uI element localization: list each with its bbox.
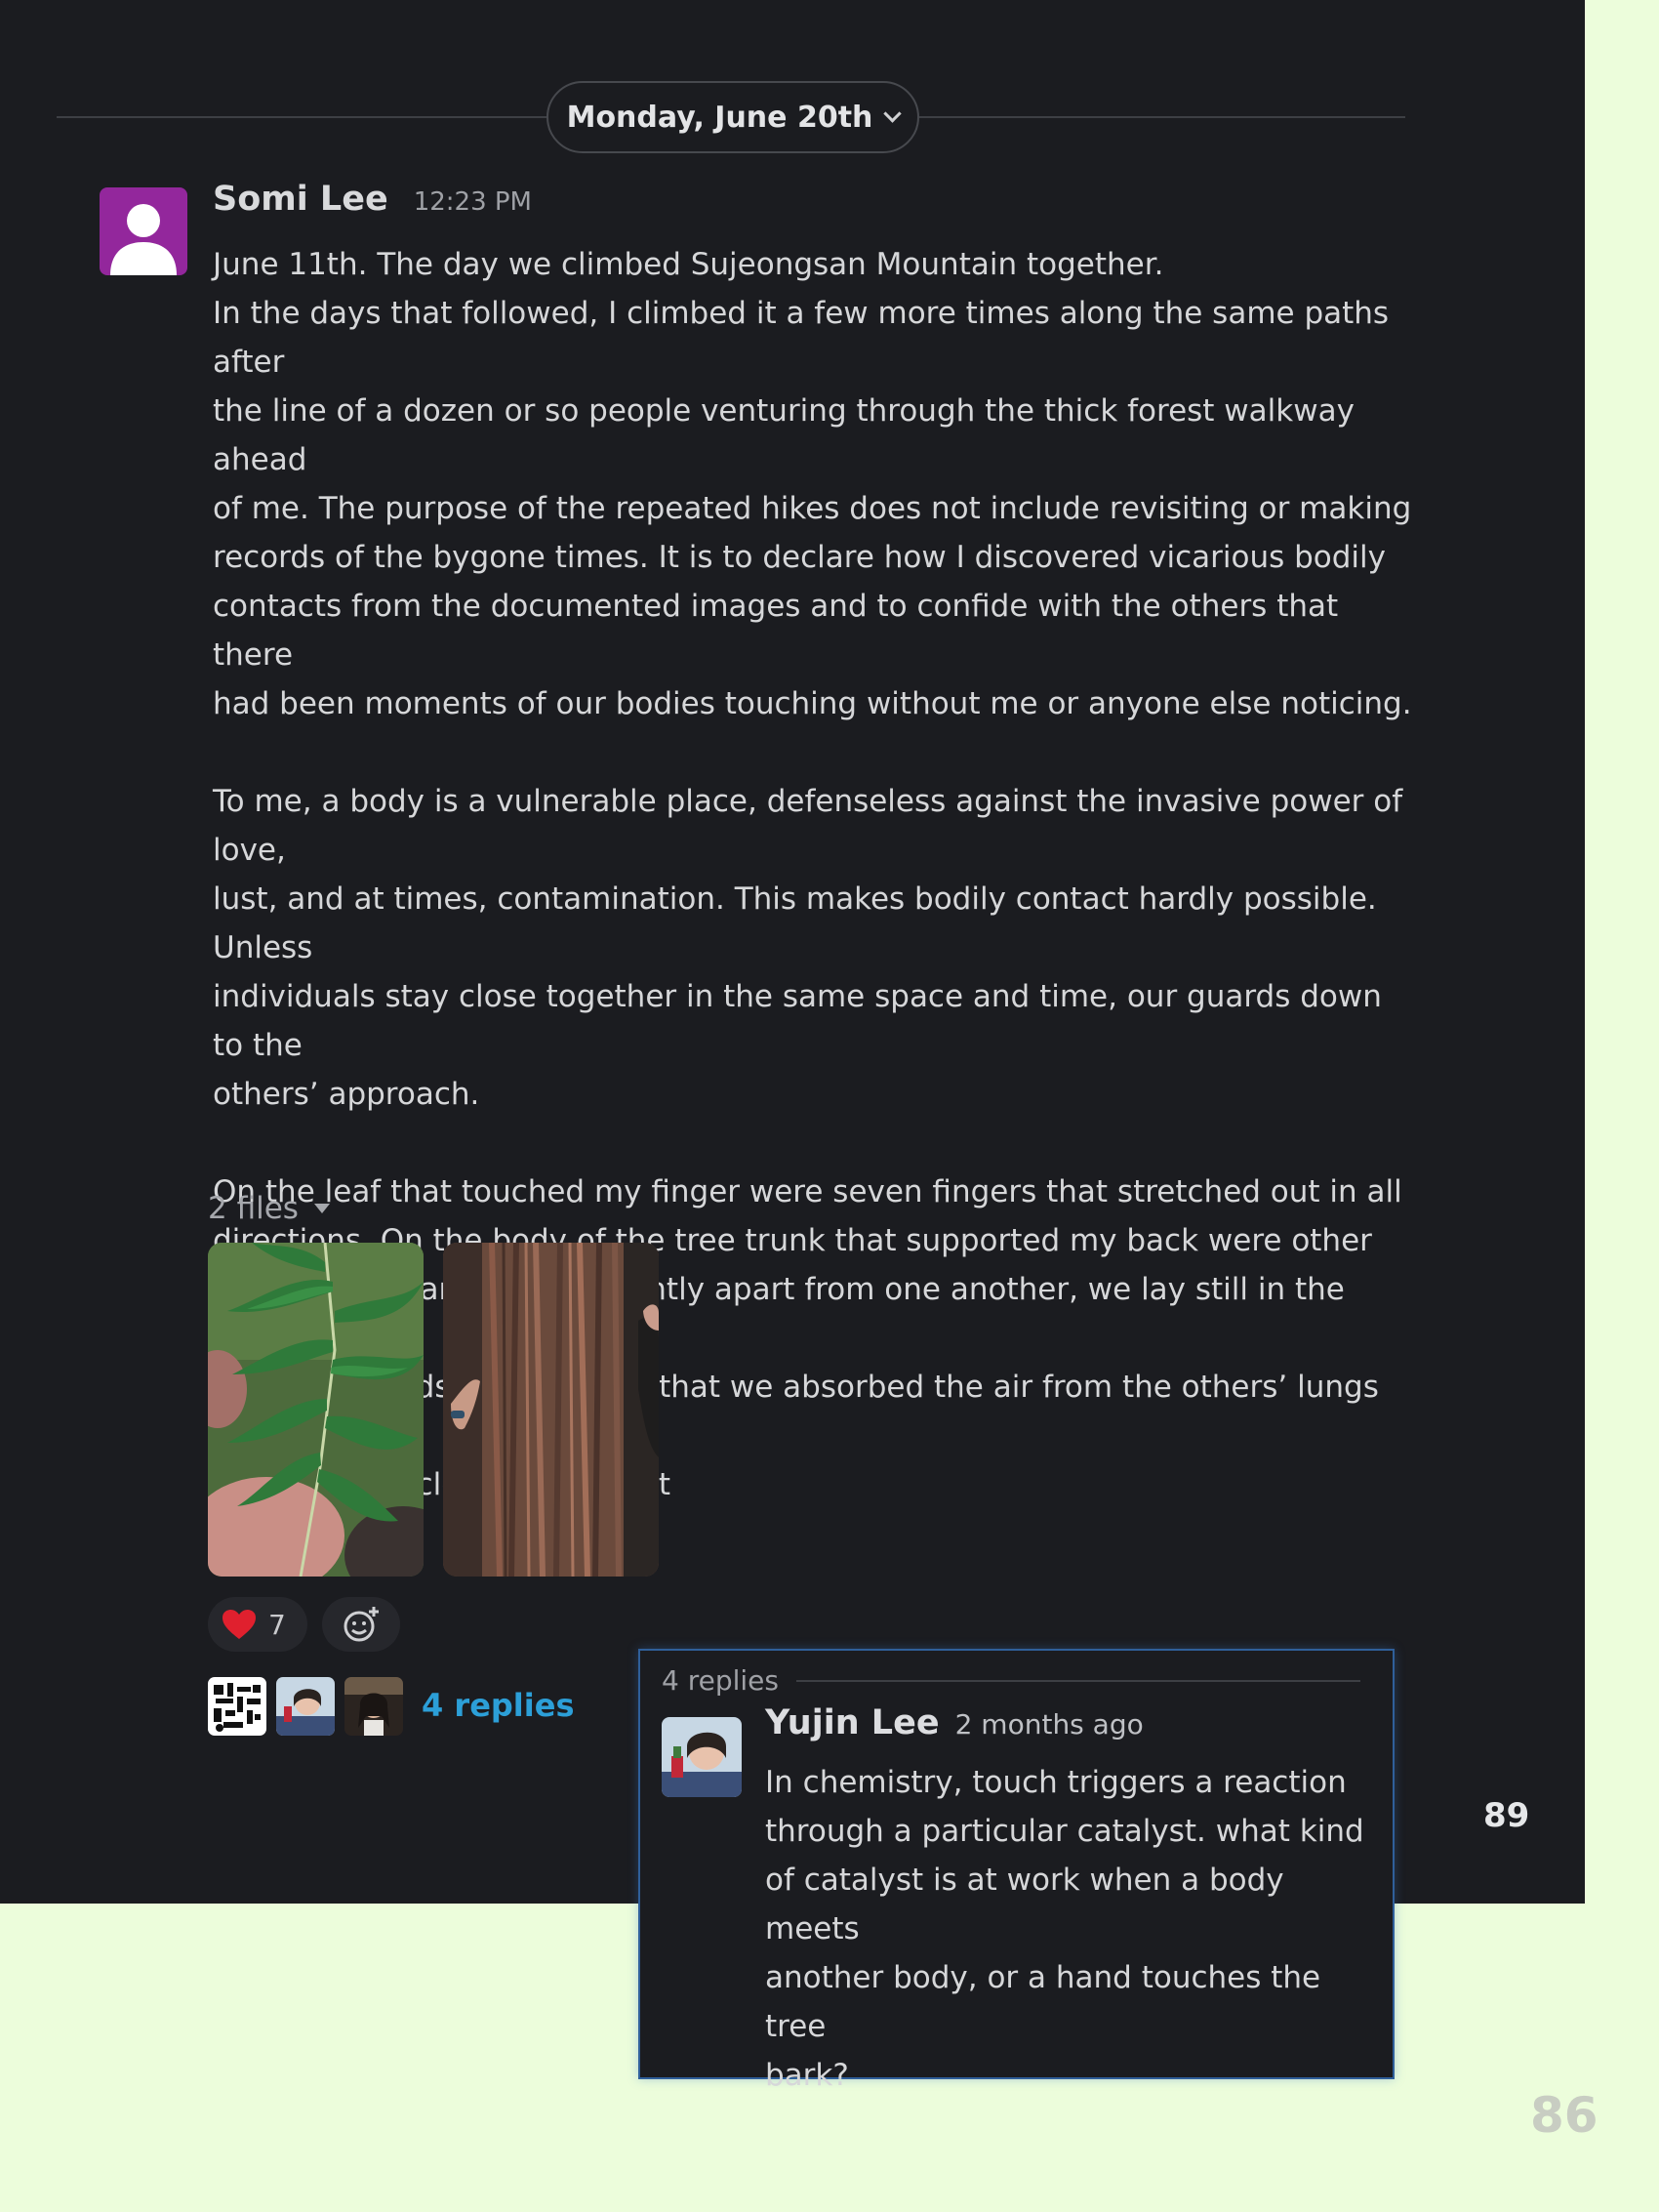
files-label: 2 files [208, 1191, 299, 1226]
thread-author-name[interactable]: Yujin Lee [765, 1703, 940, 1742]
view-replies-link[interactable]: 4 replies [422, 1687, 574, 1724]
date-label: Monday, June 20th [566, 100, 873, 135]
leaf-photo-image [208, 1243, 424, 1577]
add-emoji-icon [344, 1607, 379, 1642]
text-line: In chemistry, touch triggers a reaction [765, 1765, 1347, 1800]
add-reaction-button[interactable] [322, 1597, 400, 1652]
text-line: individuals stay close together in the s… [213, 979, 1382, 1063]
reaction-count: 7 [268, 1608, 286, 1641]
files-toggle[interactable]: 2 files [208, 1191, 330, 1226]
text-line: others’ approach. [213, 1077, 480, 1112]
attachment-tree-bark-photo[interactable] [443, 1243, 659, 1577]
caret-down-icon [313, 1204, 330, 1213]
yujin-avatar-image [276, 1677, 335, 1736]
thread-reply-count: 4 replies [662, 1664, 779, 1697]
text-line: the line of a dozen or so people venturi… [213, 393, 1355, 477]
text-line: through a particular catalyst. what kind [765, 1814, 1364, 1849]
message-paragraph-2: To me, a body is a vulnerable place, def… [213, 777, 1413, 1119]
reply-avatar-qr[interactable] [208, 1677, 266, 1736]
text-line: had been moments of our bodies touching … [213, 686, 1412, 721]
text-line: June 11th. The day we climbed Sujeongsan… [213, 247, 1164, 282]
chevron-down-icon [883, 103, 903, 123]
qr-avatar-image [208, 1677, 266, 1736]
text-line: On the leaf that touched my finger were … [213, 1174, 1402, 1209]
avatar[interactable] [100, 187, 187, 275]
text-line: another body, or a hand touches the tree [765, 1960, 1321, 2044]
tree-bark-photo-image [443, 1243, 659, 1577]
text-line: of catalyst is at work when a body meets [765, 1863, 1284, 1946]
reply-avatar-yujin[interactable] [276, 1677, 335, 1736]
thread-header: Yujin Lee 2 months ago [765, 1703, 1144, 1742]
text-line: contacts from the documented images and … [213, 589, 1339, 673]
reply-avatar-third[interactable] [344, 1677, 403, 1736]
text-line: of me. The purpose of the repeated hikes… [213, 491, 1412, 526]
thread-reply-body: In chemistry, touch triggers a reaction … [765, 1758, 1370, 2100]
attachment-leaf-photo[interactable] [208, 1243, 424, 1577]
user-avatar-image [344, 1677, 403, 1736]
heart-reaction-button[interactable]: 7 [208, 1597, 307, 1652]
user-silhouette-icon [110, 204, 177, 275]
text-line: lust, and at times, contamination. This … [213, 881, 1377, 965]
thread-avatar[interactable] [662, 1717, 742, 1797]
thread-popup[interactable]: 4 replies Yujin Lee 2 months ago In chem… [638, 1649, 1395, 2093]
date-divider-button[interactable]: Monday, June 20th [546, 81, 919, 153]
message-paragraph-1: June 11th. The day we climbed Sujeongsan… [213, 240, 1413, 728]
heart-icon [223, 1610, 256, 1639]
text-line: In the days that followed, I climbed it … [213, 296, 1390, 380]
outer-page-number: 86 [1530, 2087, 1598, 2144]
message-timestamp[interactable]: 12:23 PM [414, 187, 532, 217]
chat-screen: Monday, June 20th Somi Lee 12:23 PM June… [0, 0, 1585, 1904]
text-line: bark? [765, 2058, 849, 2093]
text-line: To me, a body is a vulnerable place, def… [213, 784, 1403, 868]
author-name[interactable]: Somi Lee [213, 180, 388, 219]
inner-page-number: 89 [1483, 1796, 1530, 1835]
thread-divider [796, 1680, 1360, 1682]
text-line: records of the bygone times. It is to de… [213, 540, 1386, 575]
thread-timestamp[interactable]: 2 months ago [955, 1708, 1144, 1741]
yujin-avatar-image [662, 1717, 742, 1797]
message-header: Somi Lee 12:23 PM [213, 180, 532, 219]
